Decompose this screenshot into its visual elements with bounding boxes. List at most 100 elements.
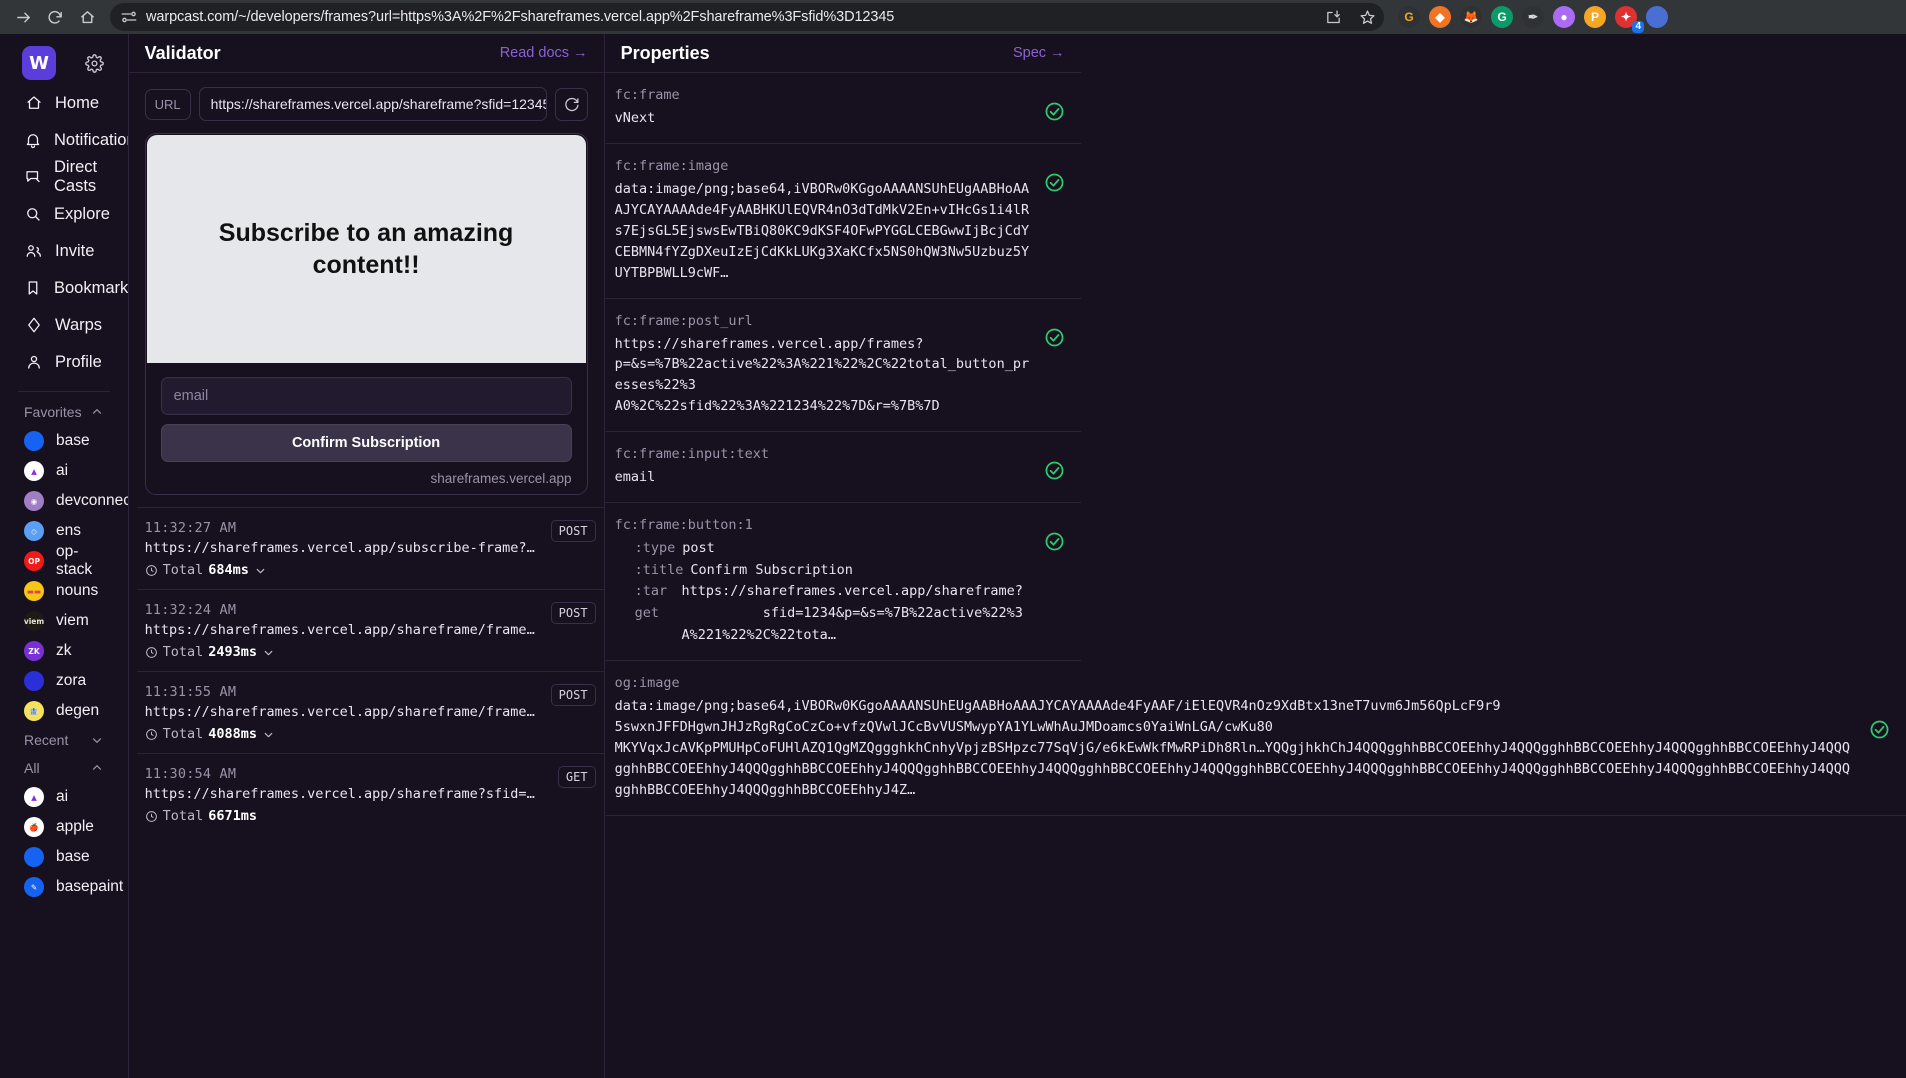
log-timestamp: 11:32:24 AM xyxy=(145,602,588,618)
site-settings-icon[interactable] xyxy=(120,8,138,26)
log-total[interactable]: Total6671ms xyxy=(145,808,588,824)
log-total[interactable]: Total2493ms xyxy=(145,644,588,660)
sidebar-channel-base[interactable]: base xyxy=(16,426,112,456)
log-total-label: Total xyxy=(163,726,204,742)
sidebar-channel-base[interactable]: base xyxy=(16,842,112,872)
sidebar-item-label: Invite xyxy=(55,242,94,261)
sidebar-channel-degen[interactable]: 🏦degen xyxy=(16,696,112,726)
http-method-badge: GET xyxy=(558,766,596,788)
warpcast-logo[interactable]: W xyxy=(22,46,56,80)
sidebar-item-direct-casts[interactable]: Direct Casts xyxy=(16,159,112,195)
url-text[interactable]: warpcast.com/~/developers/frames?url=htt… xyxy=(146,9,1312,25)
request-log-row[interactable]: 11:32:24 AMhttps://shareframes.vercel.ap… xyxy=(137,589,604,671)
sidebar-item-label: Profile xyxy=(55,353,102,372)
avatar: ▲ xyxy=(24,461,44,481)
url-label: URL xyxy=(145,89,191,120)
clock-icon xyxy=(145,728,158,741)
property-row: fc:frame:imagedata:image/png;base64,iVBO… xyxy=(605,144,1081,299)
properties-title: Properties xyxy=(621,43,710,64)
star-icon[interactable] xyxy=(1354,4,1380,30)
sidebar-item-bookmarks[interactable]: Bookmarks xyxy=(16,270,112,306)
sidebar-channel-apple[interactable]: 🍎apple xyxy=(16,812,112,842)
sidebar-channel-label: ai xyxy=(56,462,68,480)
sidebar-item-label: Warps xyxy=(55,316,102,335)
ext-g-orange-icon[interactable]: G xyxy=(1398,6,1420,28)
property-subline-value: https://shareframes.vercel.app/sharefram… xyxy=(682,581,1030,646)
log-total[interactable]: Total684ms xyxy=(145,562,588,578)
sidebar-sections: Favoritesbase▲ai◉devconnect◇ensOPop-stac… xyxy=(16,398,112,902)
forward-button[interactable] xyxy=(8,3,38,31)
log-total[interactable]: Total4088ms xyxy=(145,726,588,742)
sidebar-item-label: Home xyxy=(55,94,99,113)
extension-icons: G ◆ 🦊 G ✒ ● P ✦4 xyxy=(1398,6,1668,28)
chevron-down-icon[interactable] xyxy=(262,728,275,741)
log-timestamp: 11:31:55 AM xyxy=(145,684,588,700)
sidebar-channel-zk[interactable]: ZKzk xyxy=(16,636,112,666)
bell-icon xyxy=(24,131,42,150)
chevron-up-icon[interactable] xyxy=(90,761,104,775)
chevron-down-icon[interactable] xyxy=(90,733,104,747)
ext-rabby-icon[interactable]: ◆ xyxy=(1429,6,1451,28)
request-log-row[interactable]: 11:31:55 AMhttps://shareframes.vercel.ap… xyxy=(137,671,604,753)
install-app-icon[interactable] xyxy=(1320,4,1346,30)
url-row: URL https://shareframes.vercel.app/share… xyxy=(129,73,604,133)
sidebar-channel-viem[interactable]: viemviem xyxy=(16,606,112,636)
property-value: vNext xyxy=(615,108,1030,129)
log-url: https://shareframes.vercel.app/sharefram… xyxy=(145,786,540,802)
ext-metamask-icon[interactable]: 🦊 xyxy=(1460,6,1482,28)
sidebar-section-favorites[interactable]: Favorites xyxy=(16,398,112,426)
ext-grammarly-icon[interactable]: G xyxy=(1491,6,1513,28)
request-log-row[interactable]: 11:32:27 AMhttps://shareframes.vercel.ap… xyxy=(137,507,604,589)
chevron-up-icon[interactable] xyxy=(90,405,104,419)
property-subline-value: Confirm Subscription xyxy=(690,560,853,582)
chevron-down-icon[interactable] xyxy=(262,646,275,659)
address-bar[interactable]: warpcast.com/~/developers/frames?url=htt… xyxy=(110,3,1384,31)
avatar: ZK xyxy=(24,641,44,661)
avatar: OP xyxy=(24,551,44,571)
sidebar-item-explore[interactable]: Explore xyxy=(16,196,112,232)
spec-link[interactable]: Spec → xyxy=(1013,45,1065,61)
sidebar-channel-nouns[interactable]: ▬▬nouns xyxy=(16,576,112,606)
ext-eyedropper-icon[interactable]: ✒ xyxy=(1522,6,1544,28)
sidebar-channel-zora[interactable]: zora xyxy=(16,666,112,696)
sidebar-channel-devconnect[interactable]: ◉devconnect xyxy=(16,486,112,516)
avatar xyxy=(24,431,44,451)
property-key: fc:frame xyxy=(615,87,1030,103)
sidebar-section-all[interactable]: All xyxy=(16,754,112,782)
sidebar-item-home[interactable]: Home xyxy=(16,85,112,121)
sidebar-section-recent[interactable]: Recent xyxy=(16,726,112,754)
confirm-subscription-button[interactable]: Confirm Subscription xyxy=(161,424,572,462)
property-subline: :titleConfirm Subscription xyxy=(635,560,1030,582)
sidebar-item-notifications[interactable]: Notifications xyxy=(16,122,112,158)
sidebar-channel-ai[interactable]: ▲ ai xyxy=(16,456,112,486)
sidebar-channel-op-stack[interactable]: OPop-stack xyxy=(16,546,112,576)
chevron-down-icon[interactable] xyxy=(254,564,267,577)
sidebar-item-warps[interactable]: Warps xyxy=(16,307,112,343)
sidebar-channel-ens[interactable]: ◇ens xyxy=(16,516,112,546)
read-docs-link[interactable]: Read docs → xyxy=(500,45,588,61)
ext-phantom-icon[interactable]: ● xyxy=(1553,6,1575,28)
property-value: https://shareframes.vercel.app/frames? p… xyxy=(615,334,1030,418)
validator-url-input[interactable]: https://shareframes.vercel.app/sharefram… xyxy=(199,87,547,121)
ext-profile-avatar-icon[interactable] xyxy=(1646,6,1668,28)
reload-button[interactable] xyxy=(40,3,70,31)
home-button[interactable] xyxy=(72,3,102,31)
ext-pocket-universe-icon[interactable]: P xyxy=(1584,6,1606,28)
frame-text-input[interactable]: email xyxy=(161,377,572,415)
sidebar-channel-ai[interactable]: ▲ai xyxy=(16,782,112,812)
sidebar-section-title: Recent xyxy=(24,732,68,748)
log-url: https://shareframes.vercel.app/subscribe… xyxy=(145,540,540,556)
ext-wallet-guard-icon[interactable]: ✦4 xyxy=(1615,6,1637,28)
sidebar-item-invite[interactable]: Invite xyxy=(16,233,112,269)
sidebar-channel-basepaint[interactable]: ✎basepaint xyxy=(16,872,112,902)
check-circle-icon xyxy=(1044,101,1065,122)
sidebar-header: W xyxy=(16,34,112,84)
sidebar-item-profile[interactable]: Profile xyxy=(16,344,112,380)
properties-list: fc:frame vNext fc:frame:imagedata:image/pn… xyxy=(605,73,1906,1078)
sidebar-channel-label: zora xyxy=(56,672,86,690)
gear-icon[interactable] xyxy=(84,52,106,74)
check-circle-icon xyxy=(1869,719,1890,740)
request-log-row[interactable]: 11:30:54 AMhttps://shareframes.vercel.ap… xyxy=(137,753,604,835)
refresh-icon[interactable] xyxy=(555,88,588,121)
avatar: ◇ xyxy=(24,521,44,541)
